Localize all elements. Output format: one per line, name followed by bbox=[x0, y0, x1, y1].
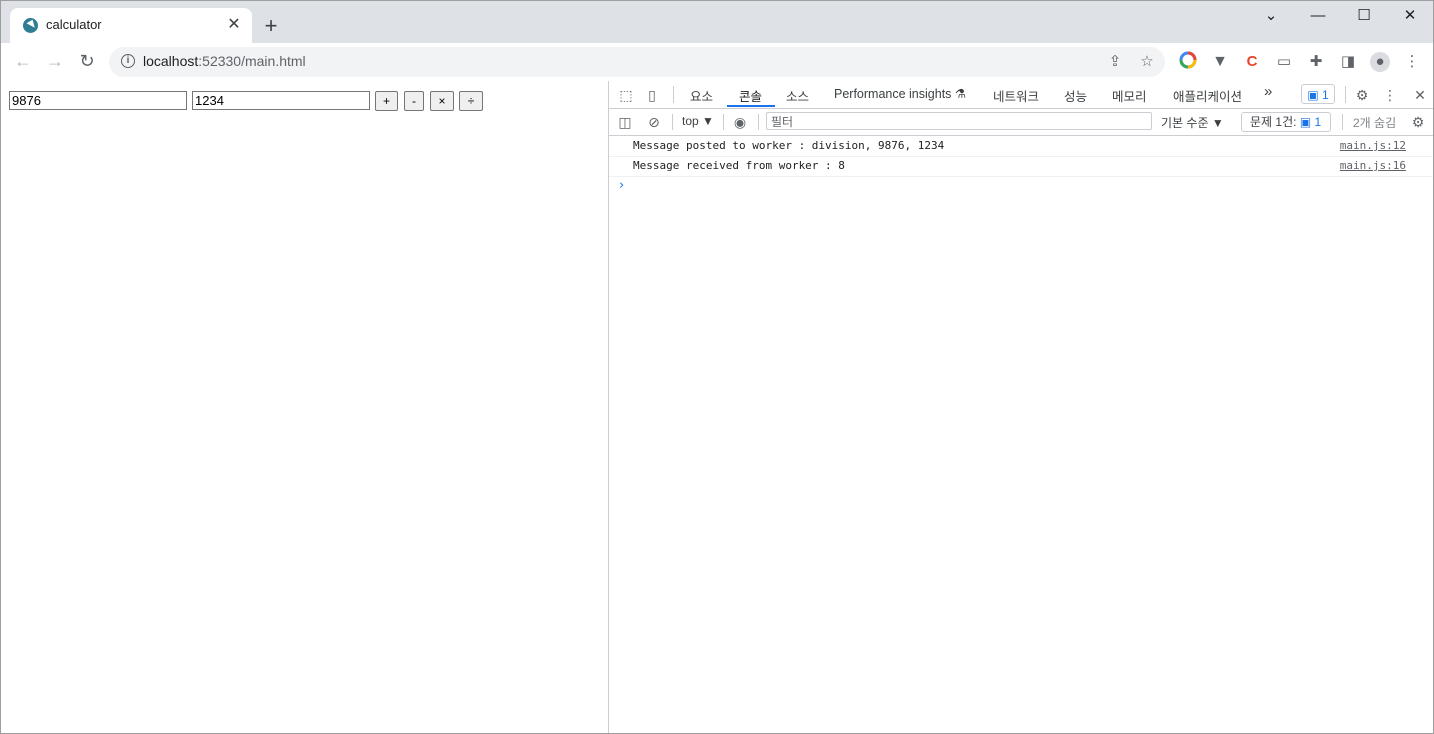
minimize-icon[interactable]: — bbox=[1295, 5, 1341, 27]
tab-network[interactable]: 네트워크 bbox=[993, 86, 1039, 105]
favicon-icon bbox=[23, 18, 38, 33]
divider bbox=[758, 114, 759, 130]
divider bbox=[723, 114, 724, 130]
console-toolbar: ◫ ⊘ top ▼ ◉ 필터 기본 수준 ▼ 문제 1건: ▣ 1 2개 숨김 … bbox=[609, 109, 1433, 136]
extensions-puzzle-icon[interactable]: ✚ bbox=[1305, 51, 1327, 73]
extension-c-icon[interactable]: C bbox=[1241, 51, 1263, 73]
bookmark-star-icon[interactable]: ☆ bbox=[1137, 53, 1157, 71]
close-devtools-icon[interactable]: ✕ bbox=[1411, 86, 1429, 104]
tab-application[interactable]: 애플리케이션 bbox=[1173, 86, 1242, 105]
extension-color-icon[interactable] bbox=[1177, 51, 1199, 73]
browser-menu-icon[interactable]: ⋮ bbox=[1401, 51, 1423, 73]
tab-elements[interactable]: 요소 bbox=[690, 86, 713, 105]
console-filter-input[interactable]: 필터 bbox=[766, 112, 1152, 130]
url-path: :52330/main.html bbox=[198, 53, 306, 69]
profile-avatar-icon[interactable]: ● bbox=[1369, 51, 1391, 73]
tab-console[interactable]: 콘솔 bbox=[739, 86, 762, 105]
tab-performance[interactable]: 성능 bbox=[1064, 86, 1087, 105]
share-icon[interactable]: ⇪ bbox=[1105, 53, 1125, 71]
extension-v-icon[interactable]: ▼ bbox=[1209, 51, 1231, 73]
issues-label: 문제 1건: bbox=[1250, 115, 1297, 129]
new-tab-button[interactable]: + bbox=[259, 15, 283, 39]
issues-badge[interactable]: ▣ 1 bbox=[1301, 84, 1335, 104]
settings-gear-icon[interactable]: ⚙ bbox=[1353, 86, 1371, 104]
tab-close-icon[interactable]: ✕ bbox=[224, 15, 244, 35]
close-window-icon[interactable]: ✕ bbox=[1387, 5, 1433, 27]
console-message: Message received from worker : 8 main.js… bbox=[609, 156, 1433, 177]
side-panel-icon[interactable]: ◨ bbox=[1337, 51, 1359, 73]
inspect-element-icon[interactable]: ⬚ bbox=[617, 86, 635, 104]
forward-icon[interactable]: → bbox=[43, 49, 67, 73]
tab-sources[interactable]: 소스 bbox=[786, 86, 809, 105]
console-source-link[interactable]: main.js:12 bbox=[1340, 139, 1406, 152]
divider bbox=[673, 86, 674, 103]
page-viewport: 9876 1234 + - × ÷ bbox=[1, 81, 609, 733]
browser-toolbar: ← → ↻ i localhost:52330/main.html ⇪ ☆ ▼ … bbox=[1, 43, 1433, 82]
browser-window: calculator ✕ + ⌄ — ☐ ✕ ← → ↻ i localhost… bbox=[0, 0, 1434, 734]
url-host: localhost bbox=[143, 53, 199, 69]
tab-strip: calculator ✕ + ⌄ — ☐ ✕ bbox=[1, 1, 1433, 44]
reload-icon[interactable]: ↻ bbox=[75, 49, 99, 73]
divider bbox=[1345, 86, 1346, 103]
device-toolbar-icon[interactable]: ▯ bbox=[643, 86, 661, 104]
maximize-icon[interactable]: ☐ bbox=[1341, 5, 1387, 27]
add-button[interactable]: + bbox=[375, 91, 398, 111]
more-tabs-icon[interactable]: » bbox=[1264, 83, 1272, 100]
issues-count: ▣ 1 bbox=[1299, 115, 1322, 129]
url-text: localhost:52330/main.html bbox=[143, 53, 306, 69]
context-selector[interactable]: top ▼ bbox=[682, 114, 714, 128]
divider bbox=[672, 114, 673, 130]
tab-title: calculator bbox=[46, 17, 102, 32]
console-message: Message posted to worker : division, 987… bbox=[609, 136, 1433, 157]
extension-cast-icon[interactable]: ▭ bbox=[1273, 51, 1295, 73]
sidebar-toggle-icon[interactable]: ◫ bbox=[616, 113, 634, 131]
console-message-text: Message posted to worker : division, 987… bbox=[633, 139, 945, 152]
active-tab-indicator bbox=[727, 105, 775, 107]
devtools-tabbar: ⬚ ▯ 요소 콘솔 소스 Performance insights ⚗ 네트워크… bbox=[609, 81, 1433, 109]
tab-search-icon[interactable]: ⌄ bbox=[1248, 5, 1294, 27]
divider bbox=[1342, 114, 1343, 130]
multiply-button[interactable]: × bbox=[430, 91, 454, 111]
number-input-2[interactable]: 1234 bbox=[192, 91, 370, 110]
clear-console-icon[interactable]: ⊘ bbox=[645, 113, 663, 131]
address-bar[interactable]: i localhost:52330/main.html ⇪ ☆ bbox=[109, 47, 1165, 77]
hidden-count: 2개 숨김 bbox=[1353, 116, 1397, 130]
info-icon[interactable]: i bbox=[121, 54, 135, 68]
console-settings-gear-icon[interactable]: ⚙ bbox=[1409, 113, 1427, 131]
devtools-menu-icon[interactable]: ⋮ bbox=[1381, 86, 1399, 104]
back-icon[interactable]: ← bbox=[11, 49, 35, 73]
number-input-1[interactable]: 9876 bbox=[9, 91, 187, 110]
console-prompt[interactable]: › bbox=[619, 178, 624, 193]
tab-calculator[interactable]: calculator ✕ bbox=[10, 8, 252, 44]
divide-button[interactable]: ÷ bbox=[459, 91, 483, 111]
subtract-button[interactable]: - bbox=[404, 91, 424, 111]
tab-memory[interactable]: 메모리 bbox=[1112, 86, 1147, 105]
log-levels-dropdown[interactable]: 기본 수준 ▼ bbox=[1161, 114, 1224, 131]
issues-button[interactable]: 문제 1건: ▣ 1 bbox=[1241, 112, 1331, 132]
issues-count-value: 1 bbox=[1314, 115, 1322, 129]
issues-badge-count: 1 bbox=[1321, 88, 1329, 102]
console-source-link[interactable]: main.js:16 bbox=[1340, 159, 1406, 172]
console-message-text: Message received from worker : 8 bbox=[633, 159, 845, 172]
live-expression-eye-icon[interactable]: ◉ bbox=[731, 113, 749, 131]
tab-performance-insights[interactable]: Performance insights ⚗ bbox=[834, 86, 966, 101]
devtools-panel: ⬚ ▯ 요소 콘솔 소스 Performance insights ⚗ 네트워크… bbox=[609, 81, 1433, 733]
